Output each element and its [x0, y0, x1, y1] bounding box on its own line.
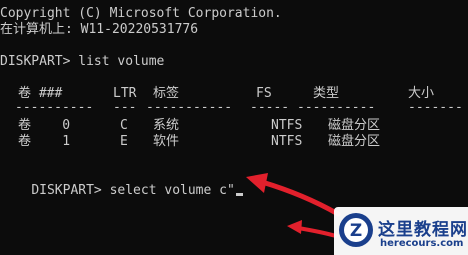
- command-prompt-window: Copyright (C) Microsoft Corporation. 在计算…: [0, 0, 468, 255]
- arrow-shaft-lower: [296, 226, 338, 238]
- arrow-head-lower: [287, 220, 302, 234]
- watermark-logo-icon: Z: [339, 213, 373, 247]
- svg-text:Z: Z: [350, 221, 362, 241]
- watermark: Z 这里教程网 herecours.com: [334, 207, 468, 255]
- arrow-head-upper: [246, 173, 268, 193]
- watermark-title: 这里教程网: [378, 220, 468, 240]
- watermark-url: herecours.com: [380, 238, 464, 249]
- arrow-shaft-upper: [259, 179, 341, 217]
